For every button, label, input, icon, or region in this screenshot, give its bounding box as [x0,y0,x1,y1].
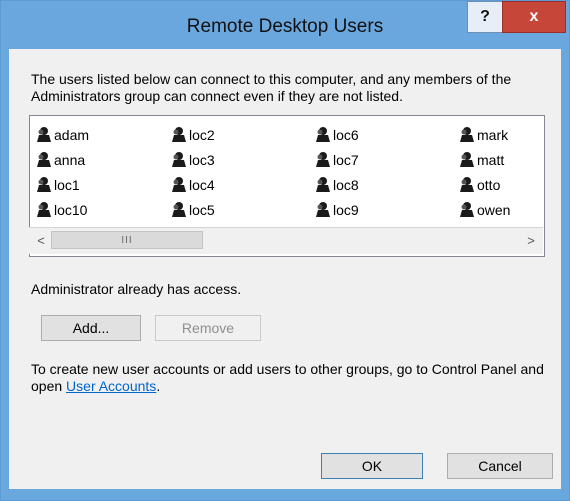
user-column: adam anna loc1 loc10 [35,122,89,222]
user-group-icon [170,151,187,168]
list-item[interactable]: loc4 [170,172,215,197]
user-name: loc9 [333,201,359,218]
close-button[interactable]: x [502,1,566,33]
list-item[interactable]: loc6 [314,122,359,147]
list-item[interactable]: loc9 [314,197,359,222]
user-name: loc2 [189,126,215,143]
user-accounts-link[interactable]: User Accounts [66,378,156,394]
list-item[interactable]: otto [458,172,510,197]
user-name: loc6 [333,126,359,143]
scroll-left-arrow-icon[interactable]: < [33,233,49,249]
user-group-icon [170,176,187,193]
scroll-right-arrow-icon[interactable]: > [523,233,539,249]
list-item[interactable]: anna [35,147,89,172]
remove-button[interactable]: Remove [155,315,261,341]
user-group-icon [314,201,331,218]
user-group-icon [35,151,52,168]
ok-button[interactable]: OK [321,453,423,479]
user-group-icon [35,176,52,193]
user-name: adam [54,126,90,143]
title-bar[interactable]: Remote Desktop Users ? x [1,1,569,49]
user-group-icon [458,151,475,168]
user-name: loc8 [333,176,359,193]
remote-desktop-users-dialog: Remote Desktop Users ? x The users liste… [0,0,570,501]
user-name: mark [477,126,509,143]
user-name: anna [54,151,86,168]
access-note: Administrator already has access. [31,281,242,297]
user-group-icon [458,176,475,193]
user-name: loc3 [189,151,215,168]
user-name: otto [477,176,501,193]
user-name: loc10 [54,201,88,218]
user-name: owen [477,201,511,218]
user-column: mark matt otto owen [458,122,510,222]
list-item[interactable]: owen [458,197,510,222]
list-item[interactable]: adam [35,122,89,147]
list-item[interactable]: loc5 [170,197,215,222]
intro-text: The users listed below can connect to th… [31,71,512,104]
list-item[interactable]: loc7 [314,147,359,172]
info-text: To create new user accounts or add users… [31,361,551,395]
user-column: loc6 loc7 loc8 loc9 [314,122,359,222]
help-button[interactable]: ? [467,1,503,33]
user-name: loc5 [189,201,215,218]
user-name: matt [477,151,505,168]
list-item[interactable]: loc2 [170,122,215,147]
list-item[interactable]: loc10 [35,197,89,222]
dialog-body: The users listed below can connect to th… [9,49,561,489]
user-group-icon [35,201,52,218]
user-group-icon [314,176,331,193]
add-button[interactable]: Add... [41,315,141,341]
list-item[interactable]: mark [458,122,510,147]
user-group-icon [458,201,475,218]
scrollbar-thumb[interactable]: III [51,231,203,249]
user-name: loc1 [54,176,80,193]
list-item[interactable]: loc8 [314,172,359,197]
user-group-icon [35,126,52,143]
user-name: loc4 [189,176,215,193]
user-group-icon [458,126,475,143]
horizontal-scrollbar[interactable]: < III > [29,227,543,254]
cancel-button[interactable]: Cancel [447,453,553,479]
user-group-icon [170,126,187,143]
user-group-icon [170,201,187,218]
user-group-icon [314,151,331,168]
info-text-after: . [156,378,161,394]
user-group-icon [314,126,331,143]
list-item[interactable]: loc3 [170,147,215,172]
user-column: loc2 loc3 loc4 loc5 [170,122,215,222]
user-name: loc7 [333,151,359,168]
list-item[interactable]: loc1 [35,172,89,197]
list-item[interactable]: matt [458,147,510,172]
